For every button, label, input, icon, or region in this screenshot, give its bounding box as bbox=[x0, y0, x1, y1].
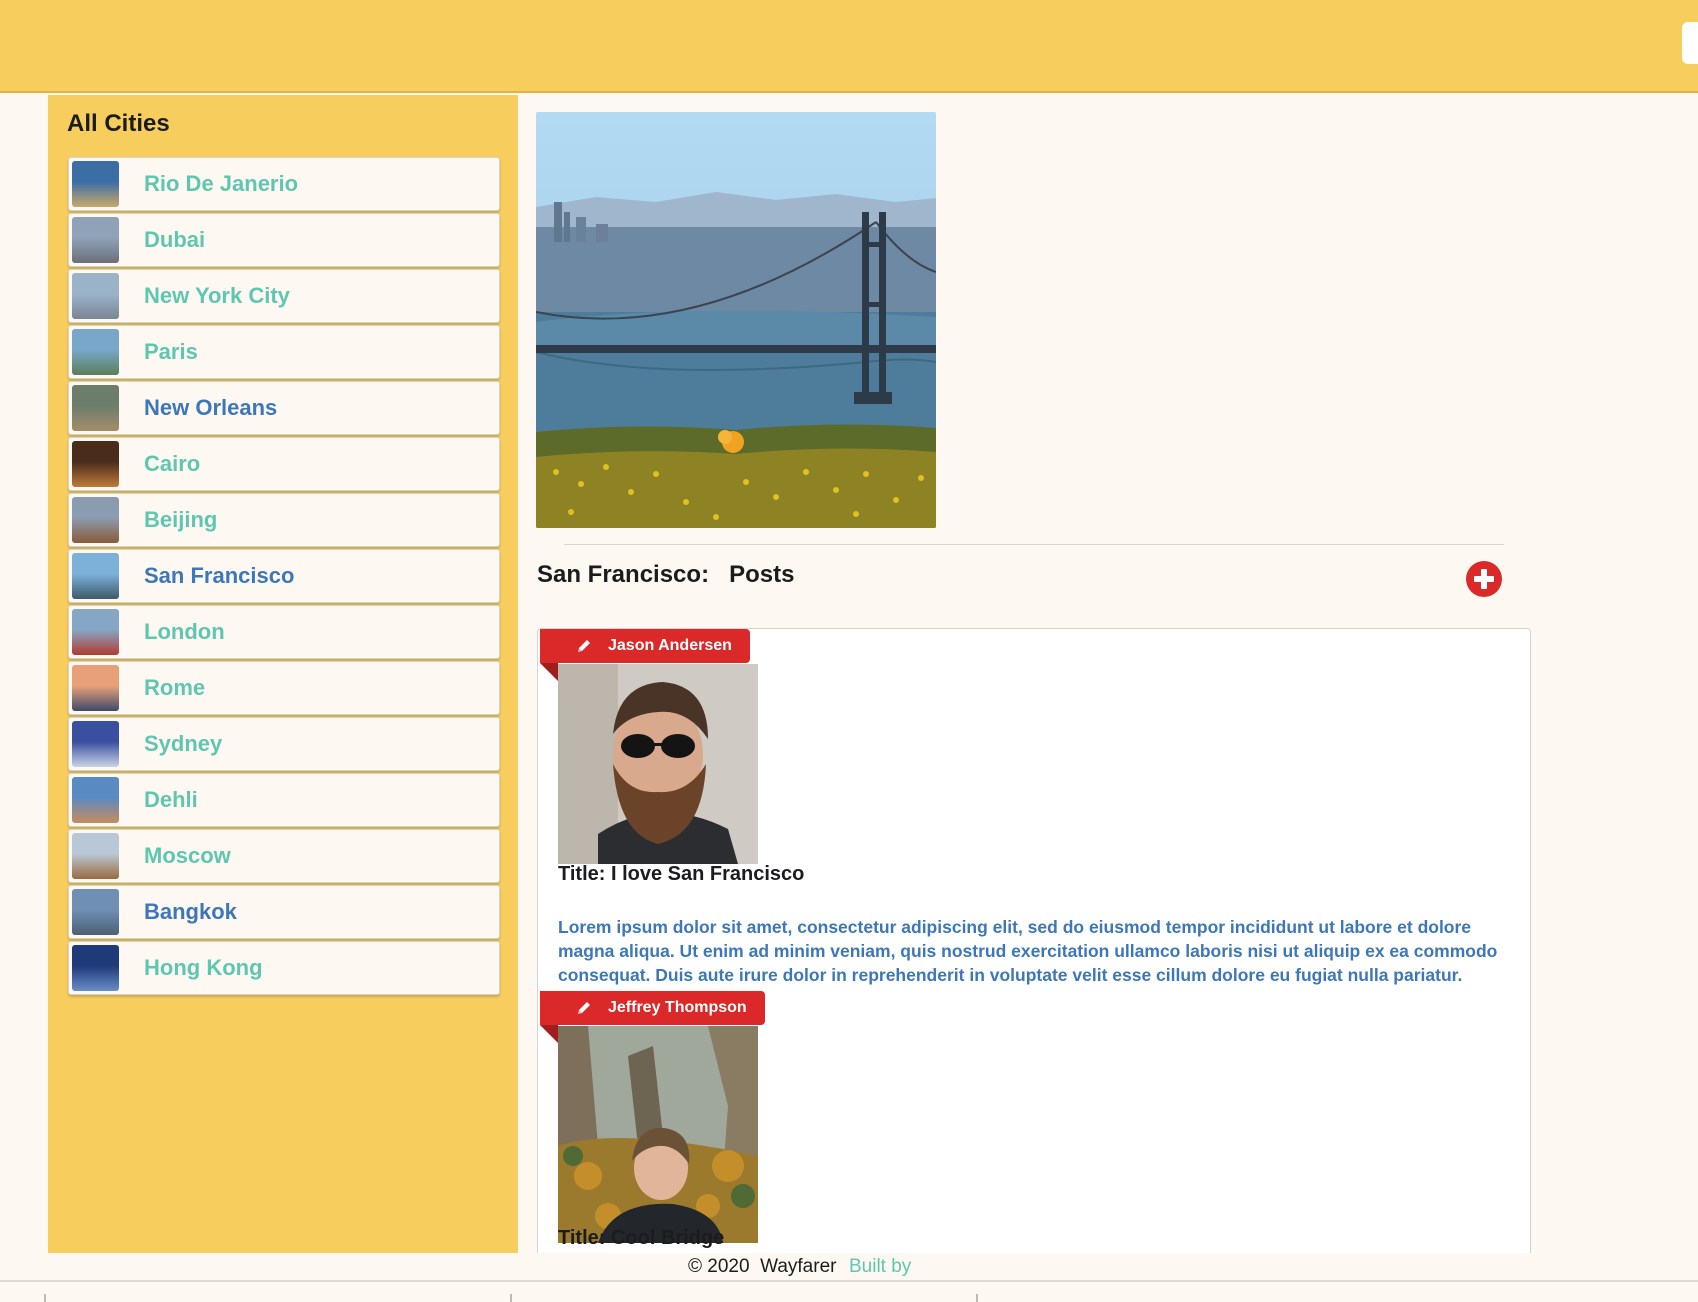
city-list-item[interactable]: Dubai bbox=[68, 213, 500, 267]
city-thumbnail bbox=[72, 497, 119, 543]
city-list-item[interactable]: San Francisco bbox=[68, 549, 500, 603]
city-thumbnail bbox=[72, 161, 119, 207]
city-name: Rio De Janerio bbox=[144, 171, 299, 196]
pencil-icon bbox=[578, 1002, 590, 1014]
city-list-item[interactable]: Paris bbox=[68, 325, 500, 379]
ribbon-fold bbox=[540, 663, 558, 681]
city-thumbnail bbox=[72, 833, 119, 879]
footer-copyright: © 2020 Wayfarer bbox=[688, 1256, 837, 1277]
posts-heading: San Francisco: Posts bbox=[537, 561, 794, 589]
post-title: Title: I love San Francisco bbox=[558, 863, 805, 885]
posts-label: Posts bbox=[729, 561, 795, 588]
city-name: Dubai bbox=[144, 227, 206, 252]
city-list-item[interactable]: New York City bbox=[68, 269, 500, 323]
city-name: Beijing bbox=[144, 507, 218, 532]
city-name: Cairo bbox=[144, 451, 201, 476]
posts-city-name: San Francisco: bbox=[537, 561, 710, 588]
section-divider bbox=[564, 544, 1504, 545]
city-name: Sydney bbox=[144, 731, 223, 756]
author-ribbon[interactable]: Jeffrey Thompson bbox=[540, 991, 765, 1025]
posts-panel: Title: I love San Francisco Lorem ipsum … bbox=[537, 628, 1531, 1253]
author-photo bbox=[558, 664, 758, 864]
nav-edge-button[interactable] bbox=[1682, 22, 1698, 64]
city-thumbnail bbox=[72, 889, 119, 935]
city-name: New Orleans bbox=[144, 395, 278, 420]
city-list-item[interactable]: Rome bbox=[68, 661, 500, 715]
footer-divider-tick bbox=[44, 1294, 46, 1302]
city-list-item[interactable]: Dehli bbox=[68, 773, 500, 827]
city-thumbnail bbox=[72, 385, 119, 431]
city-name: London bbox=[144, 619, 225, 644]
plus-circle-icon[interactable] bbox=[1466, 561, 1502, 597]
city-hero-image bbox=[536, 112, 936, 528]
city-name: Paris bbox=[144, 339, 198, 364]
city-thumbnail bbox=[72, 273, 119, 319]
footer-divider-tick bbox=[976, 1294, 978, 1302]
post-author: Jason Andersen bbox=[608, 637, 732, 654]
city-thumbnail bbox=[72, 553, 119, 599]
city-name: Bangkok bbox=[144, 899, 237, 924]
city-name: Rome bbox=[144, 675, 206, 700]
city-thumbnail bbox=[72, 217, 119, 263]
city-thumbnail bbox=[72, 777, 119, 823]
city-list-item[interactable]: Rio De Janerio bbox=[68, 157, 500, 211]
city-list: Rio De Janerio Dubai New York City Paris New… bbox=[68, 157, 500, 997]
city-name: San Francisco bbox=[144, 563, 295, 588]
city-thumbnail bbox=[72, 441, 119, 487]
footer-divider bbox=[0, 1280, 1698, 1282]
author-photo bbox=[558, 1026, 758, 1243]
sidebar-heading: All Cities bbox=[67, 110, 170, 137]
footer-divider-tick bbox=[510, 1294, 512, 1302]
city-list-item[interactable]: Cairo bbox=[68, 437, 500, 491]
city-list-item[interactable]: Beijing bbox=[68, 493, 500, 547]
city-list-item[interactable]: London bbox=[68, 605, 500, 659]
city-name: Moscow bbox=[144, 843, 231, 868]
city-list-item[interactable]: Sydney bbox=[68, 717, 500, 771]
city-thumbnail bbox=[72, 609, 119, 655]
post-title: Title: Cool Bridge bbox=[558, 1227, 725, 1249]
ribbon-fold bbox=[540, 1025, 558, 1043]
post-body: Lorem ipsum dolor sit amet, consectetur … bbox=[558, 917, 1498, 985]
city-name: New York City bbox=[144, 283, 290, 308]
city-thumbnail bbox=[72, 665, 119, 711]
city-main-panel: San Francisco: Posts Title: I love San F… bbox=[518, 95, 1698, 1253]
author-ribbon[interactable]: Jason Andersen bbox=[540, 629, 750, 663]
city-list-item[interactable]: Bangkok bbox=[68, 885, 500, 939]
city-list-item[interactable]: Hong Kong bbox=[68, 941, 500, 995]
city-name: Hong Kong bbox=[144, 955, 263, 980]
page-footer: © 2020 Wayfarer Built by bbox=[0, 1253, 1698, 1302]
cities-sidebar: All Cities Rio De Janerio Dubai New York C… bbox=[48, 95, 518, 1253]
city-thumbnail bbox=[72, 721, 119, 767]
city-list-item[interactable]: Moscow bbox=[68, 829, 500, 883]
city-name: Dehli bbox=[144, 787, 198, 812]
city-list-item[interactable]: New Orleans bbox=[68, 381, 500, 435]
footer-built-by-link[interactable]: Built by bbox=[849, 1256, 911, 1278]
city-thumbnail bbox=[72, 329, 119, 375]
top-nav-bar bbox=[0, 0, 1698, 93]
city-thumbnail bbox=[72, 945, 119, 991]
pencil-icon bbox=[578, 640, 590, 652]
post-author: Jeffrey Thompson bbox=[608, 999, 747, 1016]
